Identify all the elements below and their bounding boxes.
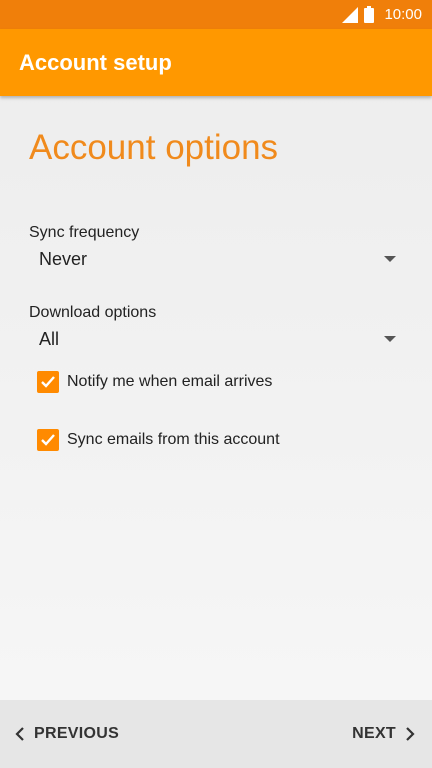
- status-icons: 10:00: [342, 0, 422, 29]
- sync-frequency-value: Never: [39, 249, 88, 269]
- status-bar: 10:00: [0, 0, 432, 29]
- dropdown-arrow-icon: [384, 336, 396, 342]
- sync-emails-checkbox[interactable]: [37, 429, 59, 451]
- notify-checkbox-row[interactable]: Notify me when email arrives: [37, 371, 272, 393]
- checkmark-icon: [41, 434, 55, 446]
- notify-checkbox[interactable]: [37, 371, 59, 393]
- sync-emails-checkbox-label: Sync emails from this account: [67, 431, 280, 448]
- app-bar-title: Account setup: [19, 50, 172, 75]
- next-button-label: NEXT: [352, 725, 396, 742]
- chevron-right-icon: [406, 727, 415, 741]
- sync-frequency-label: Sync frequency: [29, 224, 140, 241]
- chevron-left-icon: [15, 727, 24, 741]
- next-button[interactable]: NEXT: [352, 700, 416, 768]
- app-bar: Account setup: [0, 29, 432, 96]
- previous-button[interactable]: PREVIOUS: [14, 700, 119, 768]
- checkmark-icon: [41, 376, 55, 388]
- status-time: 10:00: [384, 6, 422, 23]
- download-options-dropdown[interactable]: All: [29, 325, 409, 355]
- download-options-label: Download options: [29, 304, 157, 321]
- sync-emails-checkbox-row[interactable]: Sync emails from this account: [37, 429, 280, 451]
- bottom-nav-bar: PREVIOUS NEXT: [0, 700, 432, 768]
- page-title: Account options: [29, 128, 279, 167]
- notify-checkbox-label: Notify me when email arrives: [67, 373, 273, 390]
- dropdown-arrow-icon: [384, 256, 396, 262]
- battery-icon: [364, 6, 375, 23]
- signal-icon: [342, 6, 359, 23]
- download-options-value: All: [39, 329, 60, 349]
- sync-frequency-dropdown[interactable]: Never: [29, 245, 409, 275]
- previous-button-label: PREVIOUS: [34, 725, 120, 742]
